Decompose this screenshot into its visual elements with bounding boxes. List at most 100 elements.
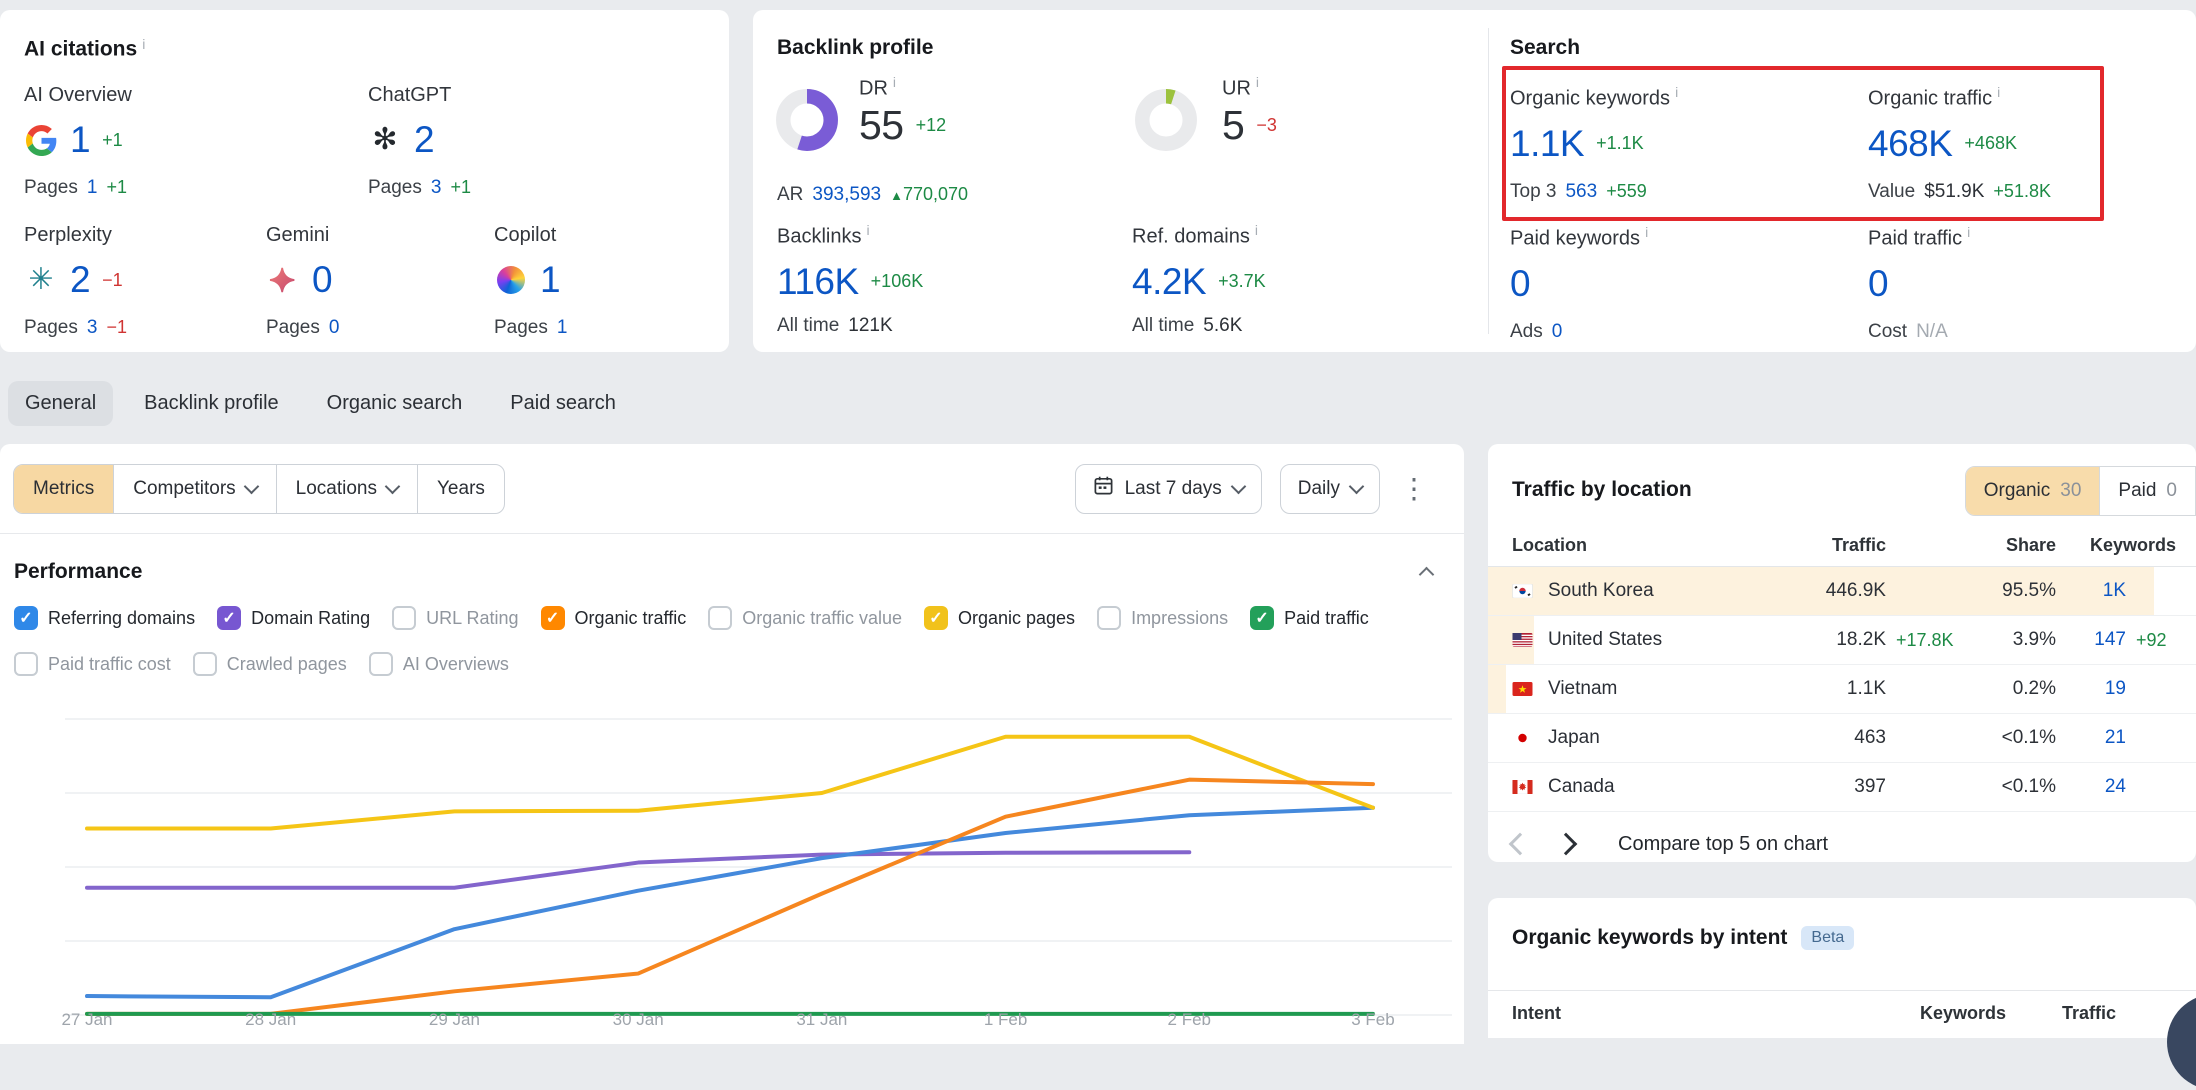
- organic-traffic-card: Organic traffici 468K +468K Value$51.9K+…: [1868, 84, 2051, 203]
- checkbox-icon: [369, 652, 393, 676]
- toggle-organic[interactable]: Organic30: [1966, 467, 2100, 515]
- ur-value: 5: [1222, 102, 1244, 149]
- granularity-button[interactable]: Daily: [1280, 464, 1380, 514]
- chart-x-axis-labels: 27 Jan28 Jan29 Jan30 Jan31 Jan1 Feb2 Feb…: [0, 1010, 1464, 1036]
- metric-checkbox-domain-rating[interactable]: Domain Rating: [217, 606, 370, 630]
- tab-organic-search[interactable]: Organic search: [310, 381, 480, 426]
- search-title: Search: [1510, 36, 1580, 60]
- checkbox-icon: [193, 652, 217, 676]
- collapse-chevron-icon[interactable]: [1419, 567, 1435, 583]
- compare-top5-link[interactable]: Compare top 5 on chart: [1618, 833, 1828, 856]
- toggle-paid[interactable]: Paid0: [2099, 467, 2195, 515]
- paid-keywords-card: Paid keywordsi 0 Ads0: [1510, 224, 1648, 343]
- organic-traffic-value[interactable]: 468K: [1868, 123, 1952, 165]
- info-icon: i: [1255, 222, 1258, 238]
- chevron-down-icon: [385, 479, 401, 495]
- metric-checkbox-paid-traffic-cost[interactable]: Paid traffic cost: [14, 652, 171, 676]
- ai-citation-card-chatgpt: ChatGPT ✻ 2 Pages3+1: [368, 84, 471, 199]
- metric-checkbox-organic-traffic[interactable]: Organic traffic: [541, 606, 687, 630]
- tab-general[interactable]: General: [8, 381, 113, 426]
- pages-label: Pages: [266, 317, 320, 339]
- performance-header: Performance: [0, 534, 1464, 584]
- metric-value[interactable]: 2: [70, 259, 90, 301]
- ref-domains-value[interactable]: 4.2K: [1132, 261, 1206, 303]
- prev-page-icon[interactable]: [1509, 833, 1532, 856]
- metric-checkbox-organic-traffic-value[interactable]: Organic traffic value: [708, 606, 902, 630]
- google-icon: [24, 123, 58, 157]
- ar-row: AR 393,593 ▲770,070: [777, 184, 968, 206]
- table-row-japan[interactable]: Japan 463 <0.1% 21: [1488, 714, 2196, 763]
- metric-checkbox-url-rating[interactable]: URL Rating: [392, 606, 518, 630]
- pages-value[interactable]: 1: [557, 317, 568, 339]
- location-pagination: Compare top 5 on chart: [1512, 822, 1828, 862]
- backlink-search-panel: Backlink profile DRi 55 +12 AR 393,593 ▲…: [753, 10, 2196, 352]
- checkbox-icon: [217, 606, 241, 630]
- metric-value[interactable]: 1: [540, 259, 560, 301]
- metric-checkbox-paid-traffic[interactable]: Paid traffic: [1250, 606, 1369, 630]
- next-page-icon[interactable]: [1555, 833, 1578, 856]
- metric-delta: +1: [102, 130, 123, 151]
- performance-line-chart[interactable]: [0, 700, 1464, 1044]
- panel-divider: [1488, 28, 1489, 334]
- metric-checkbox-ai-overviews[interactable]: AI Overviews: [369, 652, 509, 676]
- info-icon: i: [142, 36, 145, 52]
- paid-keywords-value[interactable]: 0: [1510, 263, 1530, 305]
- info-icon: i: [1256, 74, 1259, 90]
- flag-japan-icon: [1512, 731, 1534, 745]
- checkbox-icon: [14, 652, 38, 676]
- ur-card: URi 5 −3: [1222, 74, 1277, 149]
- metric-toggles: Referring domains Domain Rating URL Rati…: [0, 584, 1464, 676]
- ar-value[interactable]: 393,593: [812, 184, 881, 206]
- metric-checkbox-impressions[interactable]: Impressions: [1097, 606, 1228, 630]
- table-row-south-korea[interactable]: South Korea 446.9K 95.5% 1K: [1488, 567, 2196, 616]
- metric-value[interactable]: 0: [312, 259, 332, 301]
- location-table-body: South Korea 446.9K 95.5% 1K United State…: [1488, 567, 2196, 812]
- flag-canada-icon: [1512, 780, 1534, 794]
- performance-title: Performance: [14, 560, 142, 584]
- metric-value[interactable]: 1: [70, 119, 90, 161]
- flag-south-korea-icon: [1512, 584, 1534, 598]
- paid-traffic-value[interactable]: 0: [1868, 263, 1888, 305]
- competitors-button[interactable]: Competitors: [113, 465, 275, 513]
- years-button[interactable]: Years: [417, 465, 504, 513]
- dr-donut: [775, 88, 839, 157]
- checkbox-icon: [541, 606, 565, 630]
- metric-checkbox-referring-domains[interactable]: Referring domains: [14, 606, 195, 630]
- metric-checkbox-organic-pages[interactable]: Organic pages: [924, 606, 1075, 630]
- checkbox-icon: [1097, 606, 1121, 630]
- checkbox-icon: [392, 606, 416, 630]
- info-icon: i: [893, 74, 896, 90]
- checkbox-icon: [1250, 606, 1274, 630]
- pages-label: Pages: [24, 317, 78, 339]
- info-icon: i: [1997, 84, 2000, 100]
- overview-main-panel: Metrics Competitors Locations Years Last…: [0, 444, 1464, 1044]
- flag-vietnam-icon: [1512, 682, 1534, 696]
- table-row-vietnam[interactable]: Vietnam 1.1K 0.2% 19: [1488, 665, 2196, 714]
- organic-keywords-value[interactable]: 1.1K: [1510, 123, 1584, 165]
- chatgpt-icon: ✻: [368, 123, 402, 157]
- locations-button[interactable]: Locations: [276, 465, 417, 513]
- info-icon: i: [1675, 84, 1678, 100]
- tab-backlink-profile[interactable]: Backlink profile: [127, 381, 296, 426]
- keywords-by-intent-panel: Organic keywords by intent Beta Intent K…: [1488, 898, 2196, 1038]
- ai-citation-card-perplexity: Perplexity ✳ 2 −1 Pages3−1: [24, 224, 127, 339]
- organic-keywords-card: Organic keywordsi 1.1K +1.1K Top 3563+55…: [1510, 84, 1678, 203]
- table-row-canada[interactable]: Canada 397 <0.1% 24: [1488, 763, 2196, 812]
- pages-value[interactable]: 0: [329, 317, 340, 339]
- backlinks-value[interactable]: 116K: [777, 261, 859, 303]
- traffic-by-location-panel: Traffic by location Organic30 Paid0 Loca…: [1488, 444, 2196, 862]
- table-row-united-states[interactable]: United States 18.2K +17.8K 3.9% 147 +92: [1488, 616, 2196, 665]
- pages-value[interactable]: 3: [431, 177, 442, 199]
- ur-donut: [1134, 88, 1198, 157]
- date-range-button[interactable]: Last 7 days: [1075, 464, 1262, 514]
- metric-value[interactable]: 2: [414, 119, 434, 161]
- pages-value[interactable]: 3: [87, 317, 98, 339]
- tab-paid-search[interactable]: Paid search: [493, 381, 633, 426]
- metric-checkbox-crawled-pages[interactable]: Crawled pages: [193, 652, 347, 676]
- share-bar: [1488, 665, 1506, 713]
- pages-value[interactable]: 1: [87, 177, 98, 199]
- ai-citations-title: AI citationsi: [24, 36, 145, 61]
- kebab-menu-icon[interactable]: ⋮: [1398, 471, 1430, 507]
- filter-segmented-control: Metrics Competitors Locations Years: [13, 464, 505, 514]
- metrics-button[interactable]: Metrics: [14, 465, 113, 513]
